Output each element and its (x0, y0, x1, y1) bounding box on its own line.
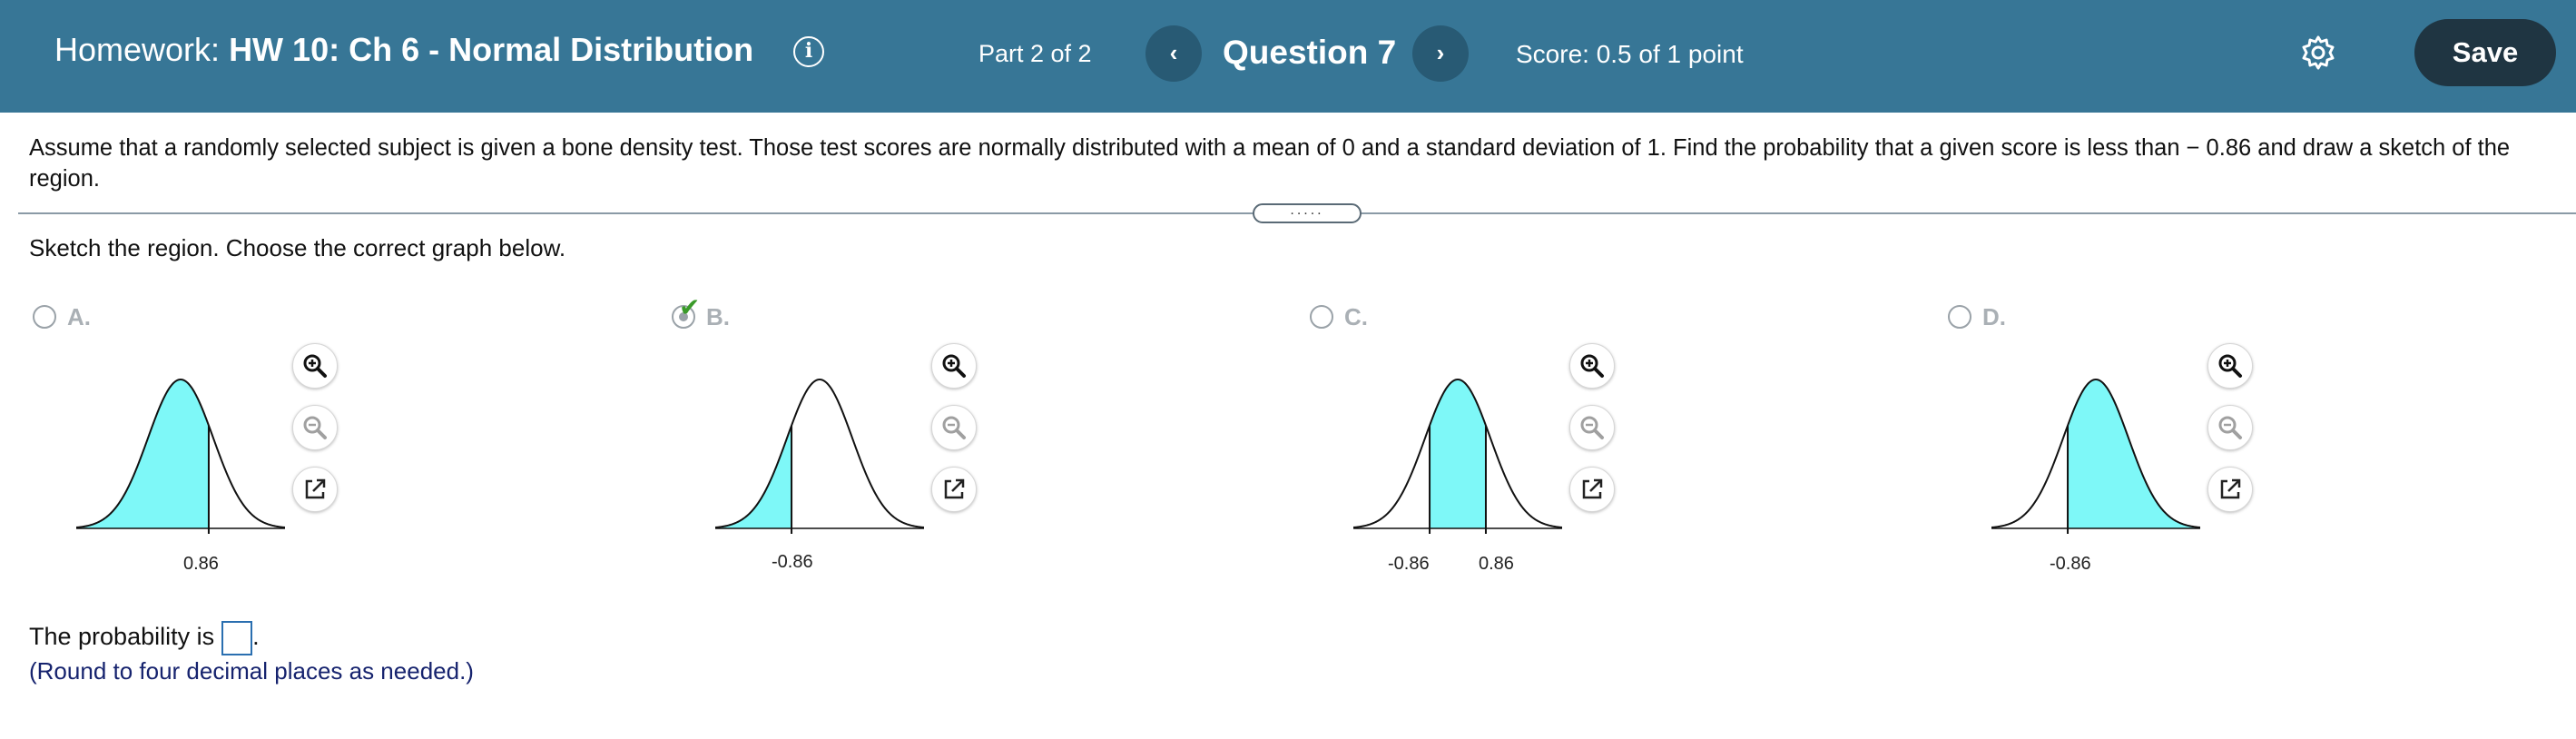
chevron-right-icon: › (1436, 39, 1445, 66)
option-a-graph (76, 378, 285, 534)
question-text: Assume that a randomly selected subject … (29, 135, 2511, 192)
save-button[interactable]: Save (2414, 19, 2556, 86)
score-display: Score: 0.5 of 1 point (1516, 40, 1744, 68)
option-a-letter: A. (67, 303, 91, 330)
zoom-out-button[interactable] (931, 405, 977, 450)
zoom-out-button[interactable] (2207, 405, 2253, 450)
open-external-icon (944, 478, 965, 499)
open-external-button[interactable] (931, 467, 977, 512)
homework-title: Homework: HW 10: Ch 6 - Normal Distribut… (54, 31, 753, 69)
option-a[interactable]: A. 0.86 (33, 301, 577, 592)
zoom-out-icon (942, 416, 966, 439)
option-d-letter: D. (1982, 303, 2006, 330)
option-c-radio[interactable] (1310, 305, 1333, 329)
rounding-hint: (Round to four decimal places as needed.… (29, 657, 474, 685)
open-external-icon (2220, 478, 2241, 499)
option-c-tick-label-left: -0.86 (1388, 554, 1430, 574)
shaded-region (1430, 379, 1486, 528)
zoom-out-icon (2218, 416, 2242, 439)
info-icon[interactable]: i (793, 36, 824, 67)
option-c[interactable]: C. -0.86 0.86 (1310, 301, 1854, 592)
sketch-prompt: Sketch the region. Choose the correct gr… (29, 234, 566, 261)
gear-icon[interactable] (2300, 34, 2336, 71)
open-external-icon (1582, 478, 1603, 499)
zoom-in-icon (303, 354, 327, 378)
zoom-in-button[interactable] (931, 343, 977, 389)
option-b[interactable]: ✔ B. -0.86 (672, 293, 1216, 592)
question-number: Question 7 (1223, 34, 1397, 71)
zoom-in-icon (942, 354, 966, 378)
zoom-out-button[interactable] (292, 405, 338, 450)
homework-title-name: HW 10: Ch 6 - Normal Distribution (229, 31, 754, 68)
open-external-button[interactable] (1569, 467, 1615, 512)
panel-resize-handle[interactable]: ..... (1253, 203, 1362, 223)
zoom-out-icon (303, 416, 327, 439)
zoom-out-button[interactable] (1569, 405, 1615, 450)
option-b-graph (715, 378, 924, 534)
option-c-tick-label-right: 0.86 (1479, 554, 1514, 574)
homework-title-prefix: Homework: (54, 31, 221, 68)
zoom-out-icon (1580, 416, 1604, 439)
zoom-in-icon (2218, 354, 2242, 378)
probability-input[interactable] (221, 621, 253, 655)
open-external-button[interactable] (292, 467, 338, 512)
option-c-letter: C. (1344, 303, 1368, 330)
answer-line: The probability is. (29, 621, 260, 655)
open-external-button[interactable] (2207, 467, 2253, 512)
option-a-radio[interactable] (33, 305, 56, 329)
zoom-in-button[interactable] (2207, 343, 2253, 389)
zoom-in-button[interactable] (1569, 343, 1615, 389)
normal-curve (715, 378, 924, 528)
part-indicator: Part 2 of 2 (978, 40, 1092, 67)
option-c-graph (1353, 378, 1562, 534)
option-b-tick-label: -0.86 (772, 552, 813, 572)
shaded-region (715, 425, 792, 528)
option-d[interactable]: D. -0.86 (1948, 301, 2492, 592)
checkmark-icon: ✔ (679, 293, 701, 321)
next-question-button[interactable]: › (1412, 25, 1469, 82)
answer-prompt: The probability is (29, 623, 215, 651)
open-external-icon (305, 478, 326, 499)
option-d-radio[interactable] (1948, 305, 1971, 329)
option-a-tick-label: 0.86 (183, 554, 219, 574)
option-d-graph (1991, 378, 2200, 534)
header-bar: Homework: HW 10: Ch 6 - Normal Distribut… (0, 0, 2576, 113)
previous-question-button[interactable]: ‹ (1145, 25, 1202, 82)
chevron-left-icon: ‹ (1169, 39, 1178, 66)
option-b-letter: B. (706, 303, 730, 330)
answer-period: . (252, 623, 260, 651)
option-d-tick-label: -0.86 (2050, 554, 2091, 574)
zoom-in-icon (1580, 354, 1604, 378)
zoom-in-button[interactable] (292, 343, 338, 389)
